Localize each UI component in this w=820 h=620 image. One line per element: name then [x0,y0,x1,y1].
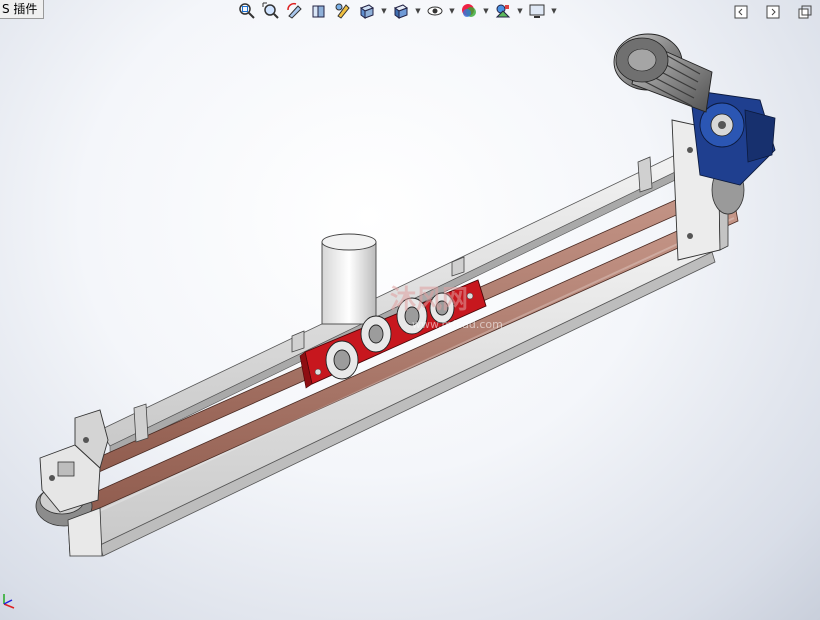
view-settings-icon[interactable] [526,1,548,21]
left-pulley-assembly [35,409,109,557]
hide-show-dropdown-icon[interactable]: ▼ [448,1,456,21]
view-orientation-icon[interactable] [356,1,378,21]
drive-belt [59,177,739,526]
watermark-text: 沐风网 [390,285,468,315]
hide-show-items-icon[interactable] [424,1,446,21]
display-style-icon[interactable] [390,1,412,21]
tile-left-icon[interactable] [730,2,752,22]
apply-scene-icon[interactable] [492,1,514,21]
edit-appearance-icon[interactable] [458,1,480,21]
zoom-to-fit-icon[interactable] [236,1,258,21]
watermark-subtext: www.mfcad.com [412,318,503,331]
reference-triad-icon [3,594,15,609]
window-controls [730,2,816,22]
display-style-dropdown-icon[interactable]: ▼ [414,1,422,21]
section-view-icon[interactable] [308,1,330,21]
view-settings-dropdown-icon[interactable]: ▼ [550,1,558,21]
edit-appearance-dropdown-icon[interactable]: ▼ [482,1,490,21]
vertical-cylinder [321,233,377,325]
zoom-to-area-icon[interactable] [260,1,282,21]
model-viewport[interactable]: 沐风网 www.mfcad.com [0,0,820,620]
plugin-tab[interactable]: S 插件 [0,0,45,19]
dynamic-annotation-icon[interactable] [332,1,354,21]
view-orientation-dropdown-icon[interactable]: ▼ [380,1,388,21]
previous-view-icon[interactable] [284,1,306,21]
tile-right-icon[interactable] [762,2,784,22]
apply-scene-dropdown-icon[interactable]: ▼ [516,1,524,21]
restore-icon[interactable] [794,2,816,22]
heads-up-view-toolbar: ▼ ▼ ▼ ▼ ▼ ▼ [236,0,558,22]
